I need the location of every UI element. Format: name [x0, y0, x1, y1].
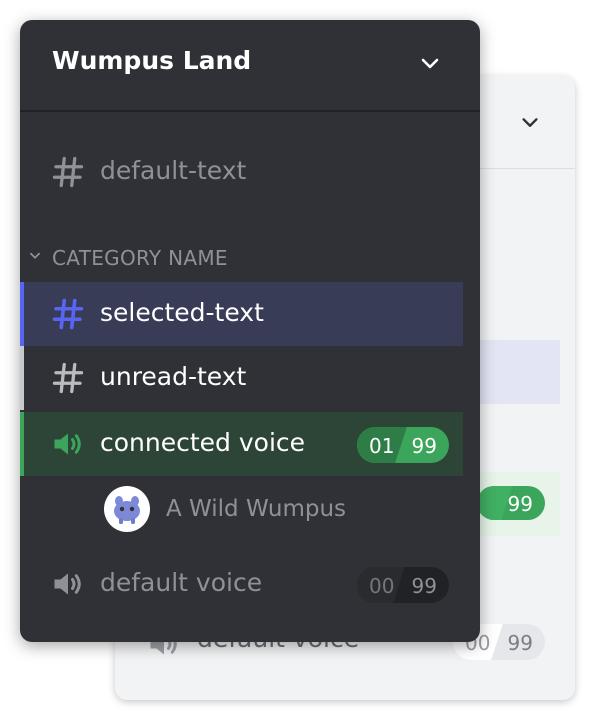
- channel-label: selected-text: [100, 298, 264, 327]
- category-label: CATEGORY NAME: [52, 246, 228, 270]
- unread-indicator: [20, 346, 24, 410]
- voice-user-count-pill: 00 99: [357, 567, 449, 603]
- channel-label: default-text: [100, 156, 247, 185]
- light-default-voice-limit: 99: [507, 631, 533, 655]
- channel-label: unread-text: [100, 362, 247, 391]
- channel-connected-voice[interactable]: connected voice 01 99: [20, 412, 463, 476]
- server-name: Wumpus Land: [52, 46, 252, 75]
- selected-indicator: [20, 282, 24, 346]
- connected-indicator: [20, 412, 24, 476]
- light-voice-user-count-pill: 99: [477, 486, 545, 520]
- channel-label: default voice: [100, 568, 263, 597]
- voice-user-count: 01: [369, 434, 395, 458]
- voice-user-row[interactable]: A Wild Wumpus: [20, 476, 463, 540]
- voice-user-name: A Wild Wumpus: [166, 496, 347, 522]
- dark-theme-sidebar: Wumpus Land default-text CATEGORY NAME s…: [20, 20, 480, 642]
- server-header[interactable]: Wumpus Land: [20, 20, 480, 112]
- channel-default-voice[interactable]: default voice 00 99: [20, 552, 463, 616]
- voice-user-count-pill: 01 99: [357, 427, 449, 463]
- channel-label: connected voice: [100, 428, 306, 457]
- voice-user-limit: 99: [411, 434, 437, 458]
- speaker-icon: [54, 433, 81, 455]
- chevron-down-icon: [30, 252, 40, 259]
- hash-icon: [52, 362, 84, 394]
- speaker-icon: [54, 573, 81, 595]
- voice-user-count: 00: [369, 574, 395, 598]
- voice-user-limit: 99: [411, 574, 437, 598]
- channel-default-text[interactable]: default-text: [20, 140, 463, 204]
- chevron-down-icon[interactable]: [418, 52, 442, 76]
- hash-icon: [52, 298, 84, 330]
- channel-unread-text[interactable]: unread-text: [20, 346, 463, 410]
- avatar: [104, 486, 150, 532]
- wumpus-avatar-icon: [114, 496, 140, 524]
- light-voice-user-limit: 99: [507, 492, 533, 516]
- channel-selected-text[interactable]: selected-text: [20, 282, 463, 346]
- chevron-down-icon[interactable]: [519, 112, 541, 134]
- hash-icon: [52, 156, 84, 188]
